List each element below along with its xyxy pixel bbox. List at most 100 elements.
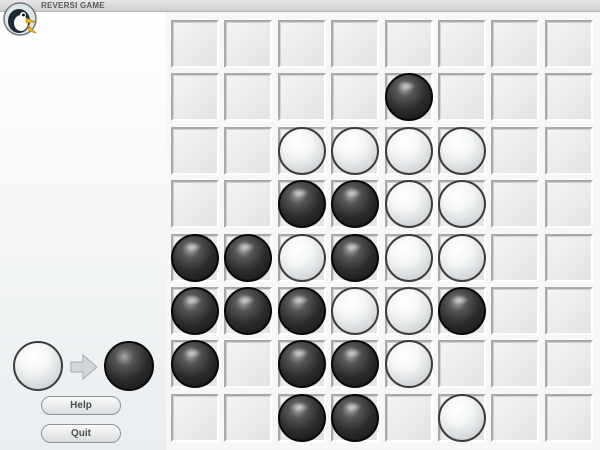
board-cell-r6-c7[interactable] [491,287,539,335]
board-cell-r2-c7[interactable] [491,73,539,121]
white-piece [331,127,379,175]
white-piece [438,394,486,442]
board-cell-r2-c5[interactable] [385,73,433,121]
board-cell-r4-c1[interactable] [171,180,219,228]
board-cell-r7-c7[interactable] [491,340,539,388]
quit-button[interactable]: Quit [41,424,121,443]
white-piece [385,287,433,335]
board-cell-r2-c6[interactable] [438,73,486,121]
white-piece [331,287,379,335]
board-cell-r1-c4[interactable] [331,20,379,68]
title-bar: REVERSI GAME [0,0,600,12]
board-cell-r4-c6[interactable] [438,180,486,228]
board-cell-r6-c3[interactable] [278,287,326,335]
black-piece [278,180,326,228]
black-piece [331,234,379,282]
board-cell-r6-c6[interactable] [438,287,486,335]
black-piece [331,180,379,228]
board-cell-r4-c3[interactable] [278,180,326,228]
board-cell-r6-c2[interactable] [224,287,272,335]
board-cell-r1-c8[interactable] [545,20,593,68]
board-cell-r7-c5[interactable] [385,340,433,388]
white-piece [385,127,433,175]
app-title: REVERSI GAME [41,1,105,10]
game-board [166,12,600,450]
black-piece [224,234,272,282]
board-cell-r8-c2[interactable] [224,394,272,442]
board-cell-r6-c8[interactable] [545,287,593,335]
board-cell-r5-c7[interactable] [491,234,539,282]
board-cell-r6-c1[interactable] [171,287,219,335]
board-cell-r1-c6[interactable] [438,20,486,68]
board-cell-r1-c7[interactable] [491,20,539,68]
board-cell-r5-c4[interactable] [331,234,379,282]
board-cell-r2-c4[interactable] [331,73,379,121]
board-cell-r8-c7[interactable] [491,394,539,442]
board-cell-r4-c4[interactable] [331,180,379,228]
board-cell-r5-c1[interactable] [171,234,219,282]
board-cell-r3-c4[interactable] [331,127,379,175]
board-cell-r1-c3[interactable] [278,20,326,68]
black-piece [278,340,326,388]
black-piece [438,287,486,335]
black-piece [171,340,219,388]
board-cell-r3-c2[interactable] [224,127,272,175]
board-cell-r1-c2[interactable] [224,20,272,68]
white-piece [385,234,433,282]
board-cell-r8-c5[interactable] [385,394,433,442]
board-cell-r7-c1[interactable] [171,340,219,388]
board-cell-r7-c2[interactable] [224,340,272,388]
board-cell-r3-c6[interactable] [438,127,486,175]
board-cell-r2-c8[interactable] [545,73,593,121]
board-cell-r1-c1[interactable] [171,20,219,68]
black-piece [331,394,379,442]
board-cell-r8-c1[interactable] [171,394,219,442]
black-piece [278,394,326,442]
arrow-right-icon [70,353,98,381]
white-piece [385,180,433,228]
board-cell-r3-c8[interactable] [545,127,593,175]
board-cell-r5-c8[interactable] [545,234,593,282]
board-cell-r8-c4[interactable] [331,394,379,442]
white-piece [438,127,486,175]
white-piece [438,234,486,282]
help-button[interactable]: Help [41,396,121,415]
board-cell-r5-c3[interactable] [278,234,326,282]
board-cell-r8-c8[interactable] [545,394,593,442]
board-cell-r2-c2[interactable] [224,73,272,121]
board-cell-r4-c7[interactable] [491,180,539,228]
next-turn-black-piece [104,341,154,391]
white-piece [278,127,326,175]
board-cell-r4-c8[interactable] [545,180,593,228]
board-cell-r3-c1[interactable] [171,127,219,175]
board-cell-r6-c4[interactable] [331,287,379,335]
black-piece [224,287,272,335]
black-piece [385,73,433,121]
board-cell-r5-c5[interactable] [385,234,433,282]
board-cell-r3-c3[interactable] [278,127,326,175]
current-turn-white-piece [13,341,63,391]
board-cell-r6-c5[interactable] [385,287,433,335]
board-cell-r5-c2[interactable] [224,234,272,282]
board-cell-r1-c5[interactable] [385,20,433,68]
board-cell-r5-c6[interactable] [438,234,486,282]
board-cell-r2-c1[interactable] [171,73,219,121]
board-cell-r8-c6[interactable] [438,394,486,442]
black-piece [171,287,219,335]
board-cell-r3-c5[interactable] [385,127,433,175]
black-piece [278,287,326,335]
black-piece [331,340,379,388]
board-cell-r3-c7[interactable] [491,127,539,175]
board-cell-r7-c8[interactable] [545,340,593,388]
board-cell-r7-c4[interactable] [331,340,379,388]
black-piece [171,234,219,282]
board-cell-r7-c3[interactable] [278,340,326,388]
board-cell-r2-c3[interactable] [278,73,326,121]
board-cell-r7-c6[interactable] [438,340,486,388]
penguin-icon [3,2,38,36]
board-cell-r4-c5[interactable] [385,180,433,228]
white-piece [438,180,486,228]
board-cell-r4-c2[interactable] [224,180,272,228]
board-cell-r8-c3[interactable] [278,394,326,442]
white-piece [385,340,433,388]
